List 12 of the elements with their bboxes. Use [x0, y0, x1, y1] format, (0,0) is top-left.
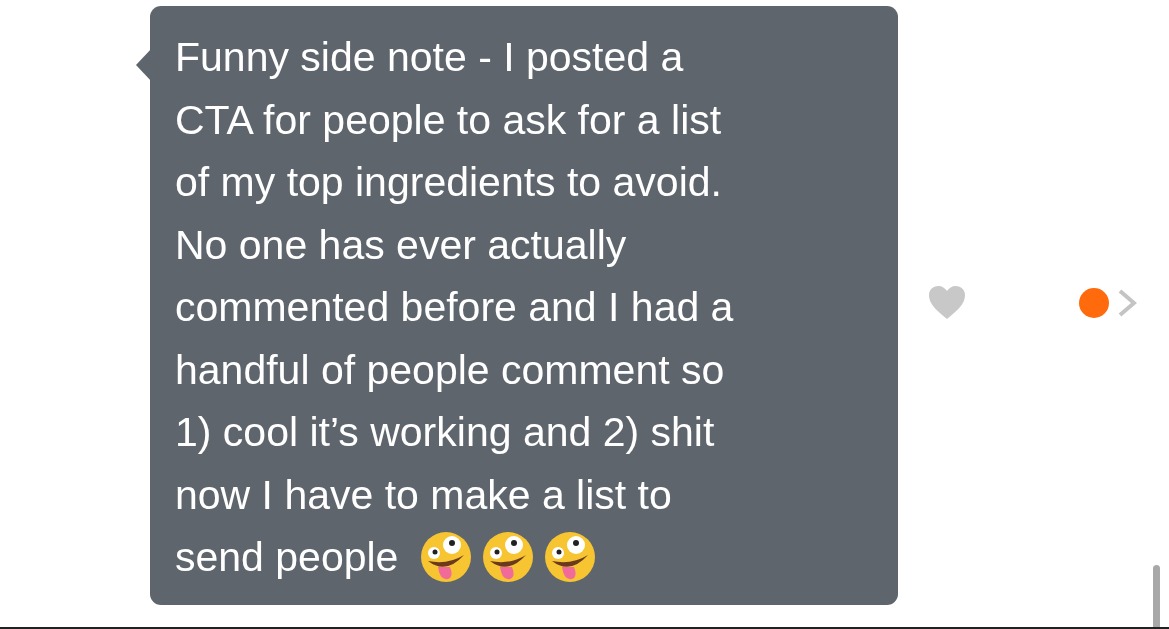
message-line: handful of people comment so — [175, 345, 726, 395]
message-line: CTA for people to ask for a list — [175, 95, 723, 145]
message-line: 1) cool it’s working and 2) shit — [175, 408, 716, 457]
message-line: No one has ever actually — [175, 220, 628, 270]
message-line: now I have to make a list to — [175, 470, 673, 520]
chevron-right-icon[interactable] — [1117, 288, 1137, 318]
message-line: Funny side note - I posted a — [175, 33, 685, 82]
message-line: of my top ingredients to avoid. — [175, 158, 723, 207]
scrollbar[interactable] — [1153, 565, 1160, 627]
message-line: commented before and I had a — [175, 283, 735, 332]
message-line: send people — [175, 533, 399, 582]
heart-icon[interactable] — [929, 286, 965, 320]
